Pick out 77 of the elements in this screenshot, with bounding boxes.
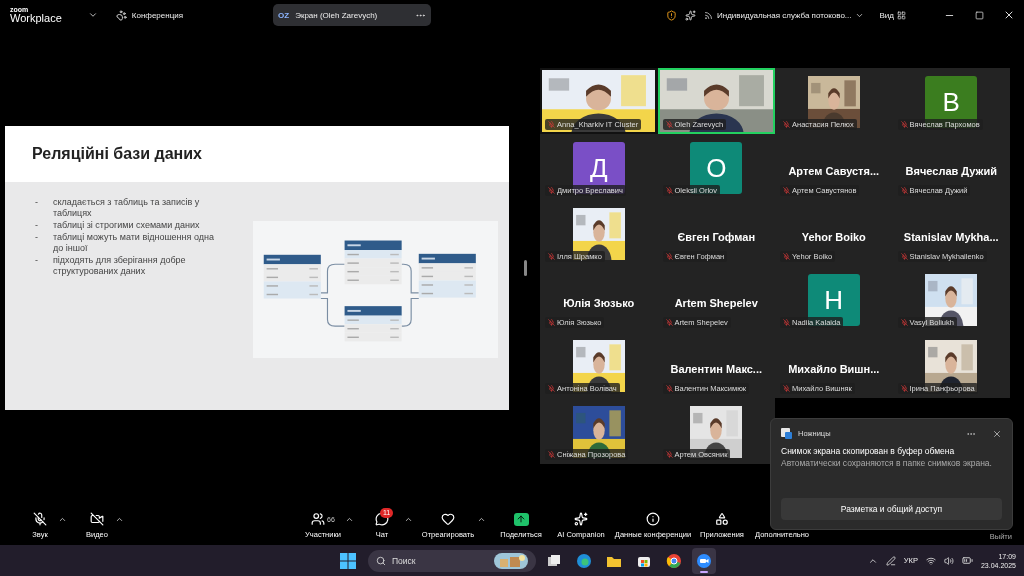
participant-name: Михайло Вишн... <box>788 363 880 375</box>
chevron-icon[interactable] <box>87 10 98 20</box>
participant-name: Артем Савустя... <box>788 165 880 177</box>
participant-name: Yehor Boiko <box>801 231 866 243</box>
muted-mic-icon <box>900 253 908 260</box>
stream-label[interactable]: Индивидуальная служба потоково... <box>717 10 852 20</box>
edge-icon <box>576 552 592 569</box>
start-icon[interactable] <box>340 552 356 569</box>
bullet-marker: - <box>35 196 39 209</box>
muted-mic-icon <box>665 451 673 458</box>
paw-icon <box>115 9 127 21</box>
muted-mic-icon <box>665 253 673 260</box>
view-menu[interactable]: Вид <box>879 10 894 20</box>
bullet-marker: - <box>35 231 39 244</box>
heart-icon <box>441 512 455 526</box>
people-icon <box>311 512 326 526</box>
maximize-icon[interactable] <box>974 10 984 20</box>
muted-mic-icon <box>900 385 908 392</box>
wifi-icon[interactable] <box>925 555 936 566</box>
search-field[interactable]: Поиск <box>368 549 536 572</box>
scissors-app-icon <box>781 428 792 439</box>
muted-mic-icon <box>548 121 555 128</box>
muted-mic-icon <box>548 319 555 326</box>
notification-body: Автоматически сохраняются в папке снимков экрана. <box>781 457 993 469</box>
zoom-icon <box>696 552 712 569</box>
windows-icon <box>547 553 561 568</box>
grid-icon <box>897 10 906 20</box>
muted-mic-icon <box>665 385 673 392</box>
participant-name: Євген Гофман <box>677 231 756 243</box>
pen-icon[interactable] <box>885 555 896 566</box>
muted-mic-icon <box>548 253 555 260</box>
close-button[interactable] <box>992 428 1002 439</box>
participant-name: Валентин Макс... <box>670 363 763 375</box>
muted-mic-icon <box>900 121 908 128</box>
share-indicator[interactable]: OZ Экран (Oleh Zarevych) <box>273 4 432 26</box>
muted-mic-icon <box>548 187 555 194</box>
sparkle-icon <box>574 512 588 526</box>
microphone-icon <box>33 512 47 526</box>
share-icon <box>513 512 529 526</box>
markup-share-button[interactable]: Разметка и общий доступ <box>781 498 1002 520</box>
chat-icon <box>375 512 389 526</box>
muted-mic-icon <box>548 385 555 392</box>
bullet-marker: - <box>35 219 39 231</box>
participant-name: Stanislav Mykha... <box>903 231 999 243</box>
volume-icon[interactable] <box>943 555 954 566</box>
stream-icon <box>704 10 713 20</box>
muted-mic-icon <box>665 187 673 194</box>
sparkle-icon[interactable] <box>685 9 696 21</box>
info-icon <box>646 512 660 526</box>
meeting-title: Конференция <box>131 10 184 20</box>
muted-mic-icon <box>900 187 908 194</box>
participant-name: Artem Shepelev <box>674 297 758 309</box>
notification-title: Снимок экрана скопирован в буфер обмена <box>781 445 956 457</box>
muted-mic-icon <box>783 319 790 326</box>
muted-mic-icon <box>783 253 790 260</box>
battery-icon[interactable] <box>961 555 973 566</box>
camera-icon <box>90 512 104 526</box>
bullet-marker: - <box>35 254 39 267</box>
slide-title: Реляційні бази даних <box>32 144 202 163</box>
bullet-text: підходять для зберігання добре структурованих даних <box>53 254 187 277</box>
muted-mic-icon <box>665 121 673 128</box>
search-icon <box>376 555 386 566</box>
muted-mic-icon <box>783 187 790 194</box>
close-icon[interactable] <box>1003 9 1015 21</box>
muted-mic-icon <box>900 319 908 326</box>
shield-icon[interactable] <box>666 9 677 21</box>
chrome-icon <box>666 552 682 569</box>
bullet-text: таблиці зі строгими схемами даних <box>53 219 201 231</box>
resize-handle[interactable] <box>523 259 527 276</box>
muted-mic-icon <box>783 121 790 128</box>
muted-mic-icon <box>783 385 790 392</box>
muted-mic-icon <box>548 451 555 458</box>
muted-mic-icon <box>665 319 673 326</box>
participant-name: Юлія Зюзько <box>563 297 635 309</box>
participant-name: Вячеслав Дужий <box>905 165 997 177</box>
apps-icon <box>715 512 729 526</box>
taskbar-app[interactable] <box>692 547 716 574</box>
